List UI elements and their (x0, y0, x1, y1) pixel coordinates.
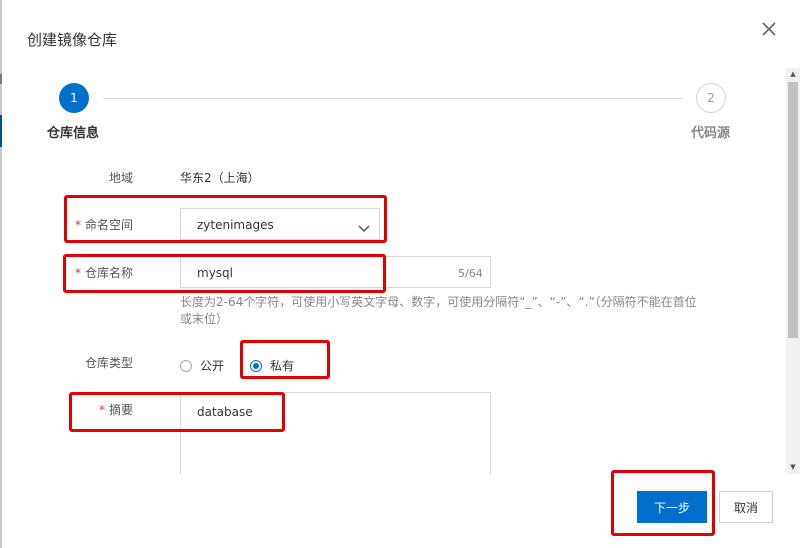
close-icon[interactable] (758, 18, 780, 40)
cancel-button[interactable]: 取消 (719, 491, 773, 523)
repo-name-counter: 5/64 (458, 267, 483, 280)
scroll-up-icon[interactable]: ▲ (788, 69, 798, 79)
repo-name-input-value: mysql (197, 266, 233, 280)
step-connector (103, 98, 683, 99)
repo-name-label-text: 仓库名称 (84, 266, 133, 280)
summary-label-text: 摘要 (108, 403, 133, 417)
radio-public-circle (180, 359, 192, 372)
required-marker: * (74, 266, 81, 280)
repo-name-label: * 仓库名称 (48, 264, 133, 281)
radio-selected-dot (253, 362, 259, 369)
next-step-button[interactable]: 下一步 (637, 491, 707, 523)
step-1-label: 仓库信息 (47, 126, 100, 141)
scroll-down-icon[interactable]: ▼ (788, 462, 798, 472)
namespace-select-value: zytenimages (197, 218, 274, 232)
region-value: 华东2（上海） (180, 171, 260, 185)
step-2-label: 代码源 (691, 126, 731, 141)
required-marker: * (74, 218, 81, 232)
scrollbar-thumb[interactable] (788, 82, 798, 338)
required-marker: * (98, 403, 105, 417)
radio-public-label: 公开 (200, 359, 225, 373)
dialog-title: 创建镜像仓库 (27, 31, 118, 49)
summary-textarea[interactable]: database (180, 392, 491, 474)
chevron-down-icon (358, 219, 370, 238)
radio-private-circle (250, 359, 262, 372)
namespace-select[interactable]: zytenimages (180, 208, 380, 240)
repo-name-input[interactable]: mysql 5/64 (180, 256, 491, 288)
background-page-edge-mark (0, 74, 2, 84)
repo-type-label: 仓库类型 (84, 356, 133, 370)
step-2-indicator: 2 (696, 83, 726, 113)
repo-name-hint: 长度为2-64个字符，可使用小写英文字母、数字，可使用分隔符“_”、“-”、“.… (180, 295, 697, 326)
radio-private[interactable]: 私有 (250, 357, 294, 374)
step-1-indicator: 1 (59, 83, 89, 113)
namespace-label-text: 命名空间 (84, 218, 133, 232)
summary-label: * 摘要 (48, 401, 133, 418)
region-label: 地域 (108, 171, 133, 185)
radio-private-label: 私有 (270, 359, 295, 373)
namespace-label: * 命名空间 (48, 216, 133, 233)
background-page-edge-accent (0, 115, 2, 147)
summary-textarea-value: database (197, 405, 253, 419)
radio-public[interactable]: 公开 (180, 357, 224, 374)
